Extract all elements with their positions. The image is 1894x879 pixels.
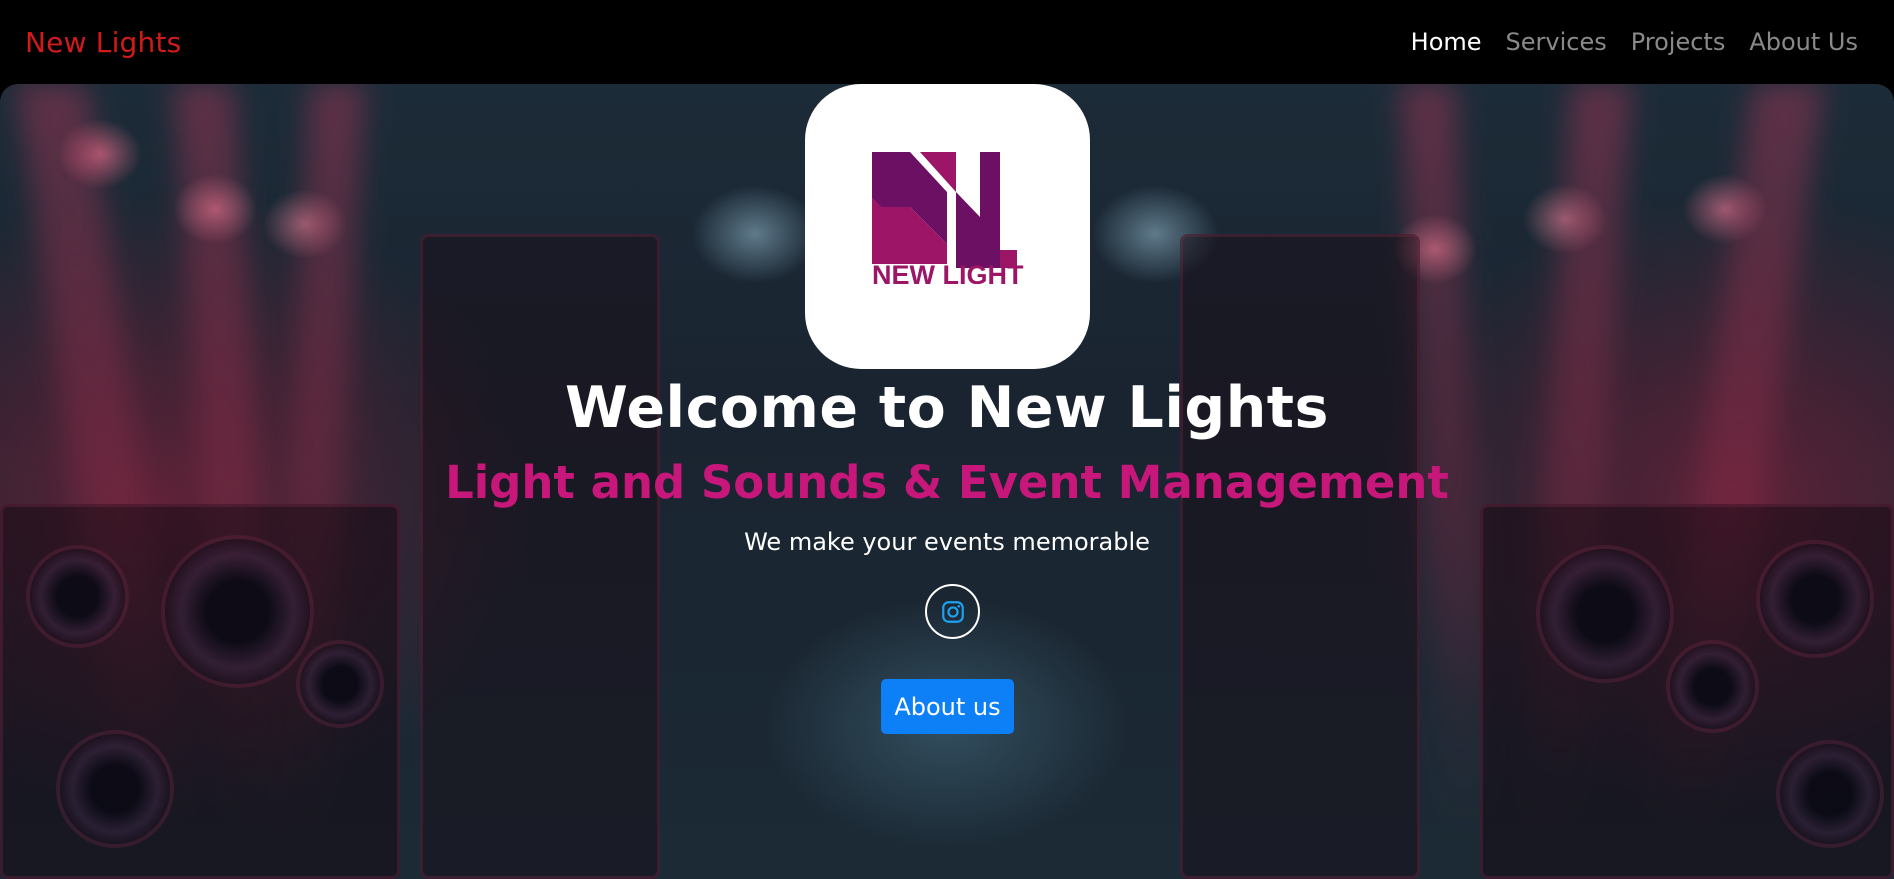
nav-link-about-us[interactable]: About Us xyxy=(1749,28,1858,56)
nav-links: Home Services Projects About Us xyxy=(1411,28,1858,56)
hero-content: Welcome to New Lights Light and Sounds &… xyxy=(0,0,1894,879)
about-us-button[interactable]: About us xyxy=(881,679,1014,734)
instagram-link[interactable] xyxy=(925,584,980,639)
hero-tagline: We make your events memorable xyxy=(744,528,1150,556)
top-navbar: New Lights Home Services Projects About … xyxy=(0,0,1894,84)
nav-link-home[interactable]: Home xyxy=(1411,28,1482,56)
hero-subtitle: Light and Sounds & Event Management xyxy=(445,456,1449,509)
nav-link-projects[interactable]: Projects xyxy=(1631,28,1726,56)
hero-title: Welcome to New Lights xyxy=(565,375,1329,441)
nav-link-services[interactable]: Services xyxy=(1506,28,1607,56)
brand-link[interactable]: New Lights xyxy=(25,26,181,59)
instagram-icon xyxy=(941,600,964,623)
